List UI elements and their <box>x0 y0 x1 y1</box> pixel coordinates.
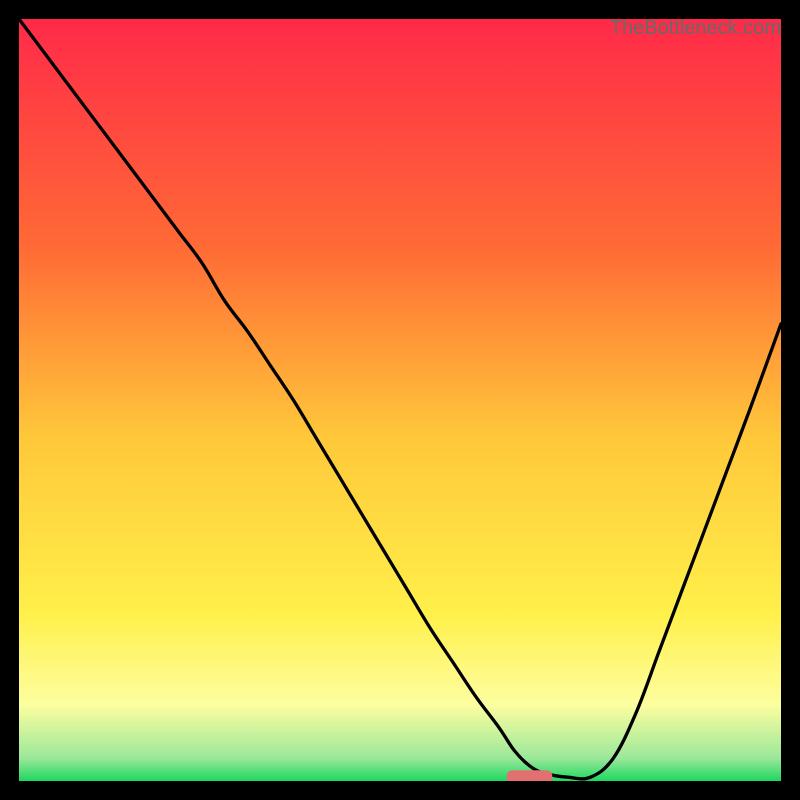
chart-frame: TheBottleneck.com <box>0 0 800 800</box>
watermark-text: TheBottleneck.com <box>610 17 781 40</box>
gradient-background <box>19 19 781 781</box>
plot-area: TheBottleneck.com <box>19 19 781 781</box>
chart-svg <box>19 19 781 781</box>
optimum-marker <box>507 770 553 781</box>
